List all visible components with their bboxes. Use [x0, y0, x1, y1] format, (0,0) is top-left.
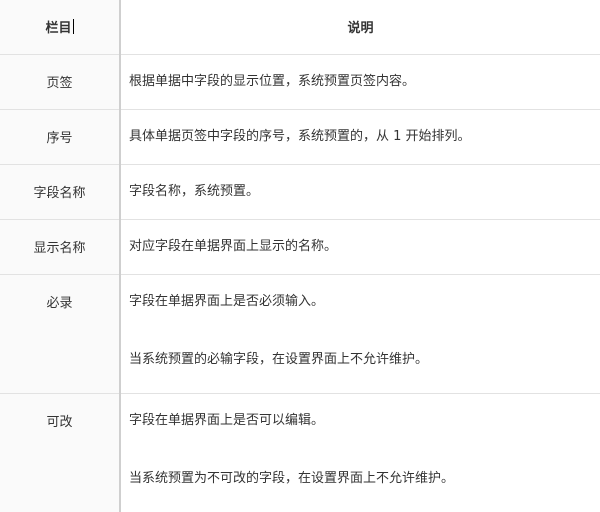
row-description-note: 当系统预置为不可改的字段，在设置界面上不允许维护。 [129, 470, 455, 486]
row-description: 字段在单据界面上是否可以编辑。 当系统预置为不可改的字段，在设置界面上不允许维护… [120, 393, 600, 512]
row-description-text: 根据单据中字段的显示位置，系统预置页签内容。 [129, 73, 416, 89]
table-row: 字段名称 字段名称，系统预置。 [0, 164, 600, 220]
field-settings-table: 栏目 说明 页签 根据单据中字段的显示位置，系统预置页签内容。 序号 具体单据页… [0, 0, 600, 512]
table-row: 显示名称 对应字段在单据界面上显示的名称。 [0, 219, 600, 275]
table-row: 必录 字段在单据界面上是否必须输入。 当系统预置的必输字段，在设置界面上不允许维… [0, 274, 600, 394]
row-name: 必录 [0, 274, 121, 394]
header-field: 栏目 [0, 0, 121, 55]
row-description-text: 字段在单据界面上是否可以编辑。 [129, 412, 325, 428]
header-field-label: 栏目 [45, 21, 72, 37]
header-description: 说明 [120, 0, 600, 55]
row-description: 字段名称，系统预置。 [120, 164, 600, 220]
row-description-note: 当系统预置的必输字段，在设置界面上不允许维护。 [129, 351, 429, 367]
table-row: 序号 具体单据页签中字段的序号，系统预置的，从 1 开始排列。 [0, 109, 600, 165]
row-name: 显示名称 [0, 219, 121, 275]
row-name: 序号 [0, 109, 121, 165]
row-name: 可改 [0, 393, 121, 512]
row-description: 字段在单据界面上是否必须输入。 当系统预置的必输字段，在设置界面上不允许维护。 [120, 274, 600, 394]
row-description-text: 具体单据页签中字段的序号，系统预置的，从 1 开始排列。 [129, 128, 471, 144]
row-name: 页签 [0, 54, 121, 110]
row-description: 根据单据中字段的显示位置，系统预置页签内容。 [120, 54, 600, 110]
row-description-text: 对应字段在单据界面上显示的名称。 [129, 238, 338, 254]
text-cursor [72, 19, 74, 35]
row-description-text: 字段在单据界面上是否必须输入。 [129, 293, 325, 309]
row-description: 具体单据页签中字段的序号，系统预置的，从 1 开始排列。 [120, 109, 600, 165]
row-description-text: 字段名称，系统预置。 [129, 183, 260, 199]
table-row: 可改 字段在单据界面上是否可以编辑。 当系统预置为不可改的字段，在设置界面上不允… [0, 393, 600, 512]
table-header-row: 栏目 说明 [0, 0, 600, 55]
table-row: 页签 根据单据中字段的显示位置，系统预置页签内容。 [0, 54, 600, 110]
row-description: 对应字段在单据界面上显示的名称。 [120, 219, 600, 275]
row-name: 字段名称 [0, 164, 121, 220]
